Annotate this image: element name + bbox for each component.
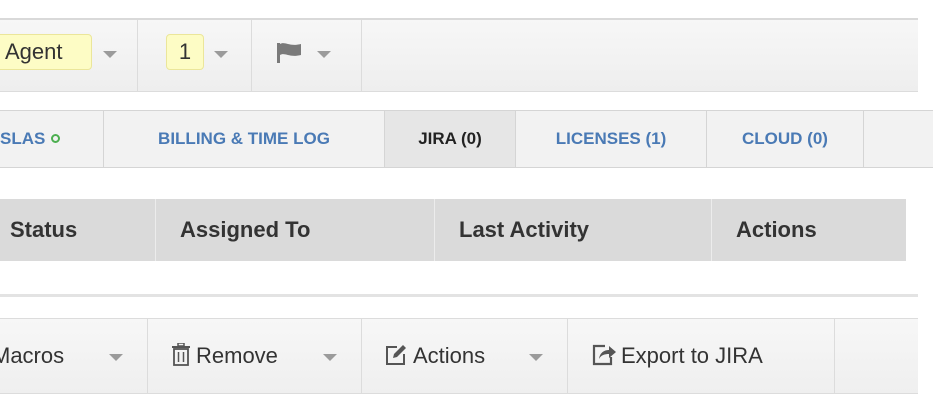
priority-label: 1 [178,39,192,64]
status-ok-icon [51,134,61,143]
table-header: Status Assigned To Last Activity Actions [0,199,906,261]
ticket-tabs: SLAS BILLING & TIME LOG JIRA (0) LICENSE… [0,110,933,168]
tab-label: LICENSES (1) [555,129,667,148]
priority-selector[interactable]: 1 [166,34,204,70]
actions-chevron-down-icon[interactable] [528,353,544,363]
tab-billing-time-log[interactable]: BILLING & TIME LOG [104,111,385,167]
tab-licenses[interactable]: LICENSES (1) [516,111,707,167]
agent-selector[interactable]: Agent [0,34,92,70]
actions-label: Actions [413,343,486,368]
remove-chevron-down-icon[interactable] [322,353,338,363]
tab-slas[interactable]: SLAS [0,111,104,167]
tab-label: JIRA (0) [418,129,482,148]
tab-label: BILLING & TIME LOG [158,129,330,148]
macros-button[interactable]: Macros [0,319,64,393]
flag-dropdown-chevron-down-icon[interactable] [316,50,332,60]
column-header-last-activity[interactable]: Last Activity [459,199,589,261]
share-icon [591,343,617,372]
jira-action-bar: Macros Remove Actions Export to JIRA [0,318,918,394]
agent-label: Agent [5,39,63,64]
column-header-assigned-to[interactable]: Assigned To [180,199,310,261]
section-divider [0,294,918,297]
column-header-status[interactable]: Status [10,199,77,261]
remove-button[interactable]: Remove [196,319,278,393]
macros-label: Macros [0,343,65,368]
tab-cloud[interactable]: CLOUD (0) [707,111,864,167]
ticket-toolbar: Agent 1 [0,18,918,92]
priority-dropdown-chevron-down-icon[interactable] [213,50,229,60]
actions-button[interactable]: Actions [413,319,485,393]
tab-jira[interactable]: JIRA (0) [385,111,516,167]
edit-icon [384,343,408,372]
export-to-jira-button[interactable]: Export to JIRA [621,319,763,393]
trash-icon [171,342,191,372]
tab-label: CLOUD (0) [742,129,828,148]
macros-chevron-down-icon[interactable] [108,353,124,363]
column-header-actions[interactable]: Actions [736,199,817,261]
export-label: Export to JIRA [621,343,763,368]
remove-label: Remove [196,343,278,368]
agent-dropdown-chevron-down-icon[interactable] [102,50,118,60]
tab-label: SLAS [0,129,46,148]
flag-icon[interactable] [275,41,303,70]
